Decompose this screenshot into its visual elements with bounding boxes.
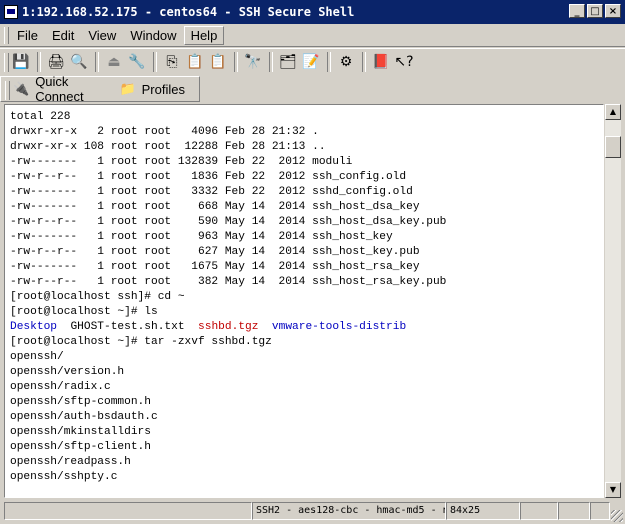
terminal-area[interactable]: total 228 drwxr-xr-x 2 root root 4096 Fe… xyxy=(4,104,604,498)
print-preview-icon[interactable]: 🔍 xyxy=(68,51,90,73)
terminal-line: openssh/readpass.h xyxy=(10,456,131,468)
ssh-terminal-icon[interactable] xyxy=(4,5,18,19)
paste-icon[interactable]: 📋 xyxy=(184,51,206,73)
profile-edit-icon[interactable]: 📝 xyxy=(300,51,322,73)
toolbar-separator xyxy=(362,52,366,72)
sftp-icon[interactable]: ⚙ xyxy=(335,51,357,73)
terminal-line: openssh/auth-bsdauth.c xyxy=(10,411,158,423)
quick-connect-label: Quick Connect xyxy=(35,74,84,104)
toolbar-separator xyxy=(234,52,238,72)
terminal-line: -rw-r--r-- 1 root root 1836 Feb 22 2012 … xyxy=(10,171,407,183)
terminal-line: openssh/sshpty.c xyxy=(10,471,118,483)
toolbar-separator xyxy=(37,52,41,72)
status-field-b xyxy=(558,502,590,520)
terminal-line: [root@localhost ~]# ls xyxy=(10,306,158,318)
menu-help[interactable]: Help xyxy=(183,25,225,45)
menu-edit[interactable]: Edit xyxy=(45,26,81,45)
title-bar: 1:192.168.52.175 - centos64 - SSH Secure… xyxy=(0,0,625,24)
toolbar-separator xyxy=(95,52,99,72)
menu-bar: File Edit View Window Help xyxy=(0,24,625,47)
toolbar-separator xyxy=(153,52,157,72)
help-context-icon[interactable]: ↖? xyxy=(393,51,415,73)
disconnect-icon[interactable]: ⏏ xyxy=(103,51,125,73)
copy-icon[interactable]: ⎘ xyxy=(161,51,183,73)
menu-view[interactable]: View xyxy=(81,26,123,45)
status-field-a xyxy=(520,502,558,520)
terminal-line: drwxr-xr-x 2 root root 4096 Feb 28 21:32… xyxy=(10,126,319,138)
resize-grip[interactable] xyxy=(611,510,623,522)
maximize-button[interactable]: □ xyxy=(587,4,603,18)
window-controls: _ □ × xyxy=(569,4,621,18)
terminal-lines: total 228 drwxr-xr-x 2 root root 4096 Fe… xyxy=(5,105,603,485)
profiles-label: Profiles xyxy=(141,81,185,97)
ls-vmware-dir: vmware-tools-distrib xyxy=(271,321,407,333)
save-icon[interactable]: 💾 xyxy=(10,51,32,73)
terminal-line: openssh/ xyxy=(10,351,64,363)
scroll-thumb[interactable] xyxy=(605,136,621,158)
quickbar-grip[interactable] xyxy=(5,81,10,100)
status-cipher: SSH2 - aes128-cbc - hmac-md5 - n xyxy=(252,502,446,520)
terminal-line: -rw-r--r-- 1 root root 382 May 14 2014 s… xyxy=(10,276,447,288)
terminal-line: -rw------- 1 root root 132839 Feb 22 201… xyxy=(10,156,353,168)
quick-connect-button[interactable]: 🔌 Quick Connect xyxy=(13,74,105,104)
terminal-line: -rw------- 1 root root 1675 May 14 2014 … xyxy=(10,261,420,273)
scroll-down-button[interactable]: ▼ xyxy=(605,482,621,498)
terminal-line: [root@localhost ssh]# cd ~ xyxy=(10,291,185,303)
terminal-line: openssh/mkinstalldirs xyxy=(10,426,151,438)
toolbar-separator xyxy=(269,52,273,72)
ls-sshbd-archive: sshbd.tgz xyxy=(198,321,259,333)
terminal-line: -rw-r--r-- 1 root root 627 May 14 2014 s… xyxy=(10,246,420,258)
book-icon[interactable]: 📕 xyxy=(370,51,392,73)
window-title: 1:192.168.52.175 - centos64 - SSH Secure… xyxy=(22,5,355,19)
folder-icon: 📁 xyxy=(119,81,136,96)
profile-icon[interactable]: 🗂 xyxy=(277,51,299,73)
terminal-line: -rw-r--r-- 1 root root 590 May 14 2014 s… xyxy=(10,216,447,228)
quick-connect-bar: 🔌 Quick Connect 📁 Profiles xyxy=(0,74,200,104)
menu-window[interactable]: Window xyxy=(123,26,183,45)
terminal-line: openssh/radix.c xyxy=(10,381,111,393)
ls-output-line: Desktop GHOST-test.sh.txt sshbd.tgz vmwa… xyxy=(10,320,603,335)
terminal-line: drwxr-xr-x 108 root root 12288 Feb 28 21… xyxy=(10,141,326,153)
minimize-button[interactable]: _ xyxy=(569,4,585,18)
status-field-empty xyxy=(4,502,252,520)
ls-desktop: Desktop xyxy=(10,321,57,333)
close-button[interactable]: × xyxy=(605,4,621,18)
terminal-line: -rw------- 1 root root 963 May 14 2014 s… xyxy=(10,231,393,243)
profiles-button[interactable]: 📁 Profiles xyxy=(119,81,185,97)
status-size: 84x25 xyxy=(446,502,520,520)
scroll-up-button[interactable]: ▲ xyxy=(605,104,621,120)
vertical-scrollbar[interactable]: ▲ ▼ xyxy=(604,104,621,498)
terminal-line: total 228 xyxy=(10,111,71,123)
menu-file[interactable]: File xyxy=(10,26,45,45)
menu-grip[interactable] xyxy=(4,27,9,44)
find-icon[interactable]: 🔭 xyxy=(242,51,264,73)
terminal-line: -rw------- 1 root root 3332 Feb 22 2012 … xyxy=(10,186,413,198)
terminal-line: openssh/version.h xyxy=(10,366,125,378)
quick-connect-icon: 🔌 xyxy=(13,81,30,96)
terminal-line: openssh/sftp-client.h xyxy=(10,441,151,453)
status-field-c xyxy=(590,502,610,520)
terminal-line: -rw------- 1 root root 668 May 14 2014 s… xyxy=(10,201,420,213)
terminal-line: openssh/sftp-common.h xyxy=(10,396,151,408)
ls-ghost-file: GHOST-test.sh.txt xyxy=(70,321,185,333)
toolbar-grip[interactable] xyxy=(4,53,9,72)
settings-icon[interactable]: 🔧 xyxy=(126,51,148,73)
paste-alt-icon[interactable]: 📋 xyxy=(207,51,229,73)
toolbar-separator xyxy=(327,52,331,72)
terminal-line: [root@localhost ~]# tar -zxvf sshbd.tgz xyxy=(10,336,272,348)
main-toolbar: 💾 🖨 🔍 ⏏ 🔧 ⎘ 📋 📋 🔭 🗂 📝 ⚙ 📕 ↖? xyxy=(0,48,625,75)
print-icon[interactable]: 🖨 xyxy=(45,51,67,73)
